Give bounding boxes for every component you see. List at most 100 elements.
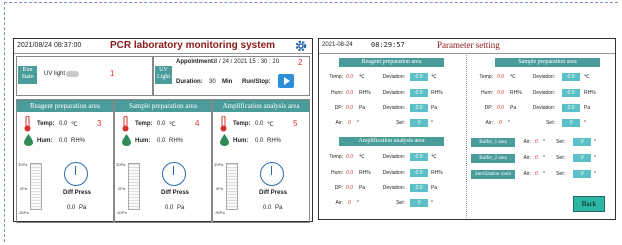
reagent-temp-dev-input[interactable]: 0.0: [410, 73, 428, 81]
buffer-1-set-input[interactable]: 0: [573, 138, 591, 146]
amp-hum-value: 0.0: [346, 170, 353, 176]
sterilization-air-unit: °: [543, 171, 545, 177]
pressure-bar: [226, 163, 238, 210]
thermometer-icon: [122, 116, 129, 132]
reagent-section-header: Reagent preparation area: [339, 58, 444, 67]
humidity-drop-icon: [122, 134, 131, 146]
pressure-gauge-icon: [162, 162, 186, 186]
monitoring-datetime: 2021/08/24 08:37:00: [17, 42, 82, 49]
hum-value: 0.0: [59, 138, 68, 144]
scale-top: 30Pa: [214, 162, 224, 167]
amp-air-set-input[interactable]: 0: [410, 199, 428, 207]
amp-air-label: Air:: [335, 200, 344, 206]
reagent-hum-dev-label: Deviation:: [382, 90, 405, 96]
amp-temp-dev-input[interactable]: 0.0: [410, 153, 428, 161]
thermometer-icon: [24, 116, 31, 132]
temp-label: Temp:: [37, 121, 55, 127]
buffer-1-set-label: Set:: [556, 139, 565, 145]
sample-temp-dev-label: Deviation:: [532, 74, 555, 80]
reagent-dp-value: 0.0: [346, 105, 353, 111]
hum-value: 0.0: [157, 138, 166, 144]
reagent-temp-label: Temp:: [329, 74, 343, 80]
uv-light-toggle[interactable]: [66, 71, 79, 77]
sample-dp-label: DP:: [484, 105, 493, 111]
back-button[interactable]: Back: [573, 196, 605, 212]
thermometer-icon: [220, 116, 227, 132]
scale-mid: 0Pa: [20, 186, 28, 191]
amp-hum-dev-unit: RH%: [431, 170, 443, 176]
sample-hum-value: 0.0: [497, 90, 504, 96]
amp-hum-unit: RH%: [359, 170, 371, 176]
sample-hum-unit: RH%: [510, 90, 522, 96]
amp-air-unit: °: [357, 200, 359, 206]
section-title: Reagent preparation area: [17, 100, 113, 112]
buffer-2-set-input[interactable]: 0: [573, 154, 591, 162]
temp-label: Temp:: [233, 121, 251, 127]
param-time: 08:29:57: [371, 41, 405, 49]
sample-air-value: 0: [499, 120, 502, 126]
amp-temp-dev-unit: ℃: [431, 154, 437, 160]
sample-dp-dev-input[interactable]: 0.0: [562, 104, 580, 112]
run-stop-play-icon[interactable]: [278, 74, 294, 88]
sterilization-set-input[interactable]: 0: [573, 170, 591, 178]
temp-unit: ℃: [267, 122, 274, 128]
scale-bot: -30Pa: [116, 210, 127, 215]
amplification-area-card: Amplification analysis area Temp: 0.0 ℃ …: [212, 99, 310, 223]
reagent-temp-dev-label: Deviation:: [382, 74, 405, 80]
reagent-temp-value: 0.0: [346, 74, 353, 80]
reagent-hum-dev-input[interactable]: 0.0: [410, 89, 428, 97]
run-state-label: Run State: [18, 66, 37, 84]
sample-temp-dev-unit: ℃: [584, 74, 590, 80]
reagent-air-set-label: Set:: [396, 120, 405, 126]
temp-value: 0.0: [157, 121, 166, 127]
sample-air-set-label: Set:: [546, 120, 555, 126]
reagent-dp-dev-label: Deviation:: [382, 105, 405, 111]
monitoring-title: PCR laboratory monitoring system: [110, 40, 276, 51]
amp-dp-dev-label: Deviation:: [382, 185, 405, 191]
temp-value: 0.0: [59, 121, 68, 127]
humidity-drop-icon: [24, 134, 33, 146]
sample-hum-dev-unit: RH%: [584, 90, 596, 96]
sample-area-card: Sample preparation area Temp: 0.0 ℃ 4 Hu…: [114, 99, 212, 223]
duration-value[interactable]: 30: [209, 79, 216, 85]
sample-section-header: Sample preparation area: [495, 58, 600, 67]
marker-1: 1: [110, 69, 115, 78]
scale-top: 30Pa: [18, 162, 28, 167]
marker-5: 5: [293, 119, 298, 128]
scale-bot: -30Pa: [18, 210, 29, 215]
hum-value: 0.0: [255, 138, 264, 144]
amp-dp-dev-input[interactable]: 0.0: [410, 184, 428, 192]
appointment-value[interactable]: 8 / 24 / 2021 15 : 30 : 20: [214, 59, 279, 65]
sample-hum-dev-input[interactable]: 0.0: [562, 89, 580, 97]
buffer-1-air-label: Air:: [523, 139, 532, 145]
reagent-air-label: Air:: [335, 120, 344, 126]
scale-bot: -30Pa: [214, 210, 225, 215]
appointment-label: Appointment:: [176, 59, 215, 65]
amp-hum-dev-label: Deviation:: [382, 170, 405, 176]
buffer-1-set-unit: °: [594, 139, 596, 145]
sample-temp-label: Temp:: [479, 74, 493, 80]
reagent-dp-dev-input[interactable]: 0.0: [410, 104, 428, 112]
settings-gear-icon[interactable]: [294, 39, 308, 53]
amp-hum-dev-input[interactable]: 0.0: [410, 169, 428, 177]
reagent-hum-unit: RH%: [359, 90, 371, 96]
hum-label: Hum:: [135, 138, 151, 144]
buffer-2-set-unit: °: [594, 155, 596, 161]
reagent-area-card: Reagent preparation area Temp: 0.0 ℃ 3 H…: [16, 99, 114, 223]
sample-air-set-input[interactable]: 0: [562, 119, 580, 127]
sterilization-air-label: Air:: [523, 171, 532, 177]
hum-label: Hum:: [37, 138, 53, 144]
amp-temp-value: 0.0: [346, 154, 353, 160]
hum-label: Hum:: [233, 138, 249, 144]
reagent-air-set-unit: °: [431, 120, 433, 126]
reagent-air-set-input[interactable]: 0: [410, 119, 428, 127]
buffer-1-label: Buffer_1 area: [471, 138, 515, 147]
buffer-2-label: Buffer_2 area: [471, 154, 515, 163]
diff-press-value: 0.0: [263, 205, 272, 211]
sample-air-set-unit: °: [584, 120, 586, 126]
sample-temp-unit: ℃: [510, 74, 516, 80]
sterilization-set-unit: °: [594, 171, 596, 177]
amp-air-value: 0: [348, 200, 351, 206]
sample-temp-dev-input[interactable]: 0.0: [562, 73, 580, 81]
sample-hum-dev-label: Deviation:: [532, 90, 555, 96]
